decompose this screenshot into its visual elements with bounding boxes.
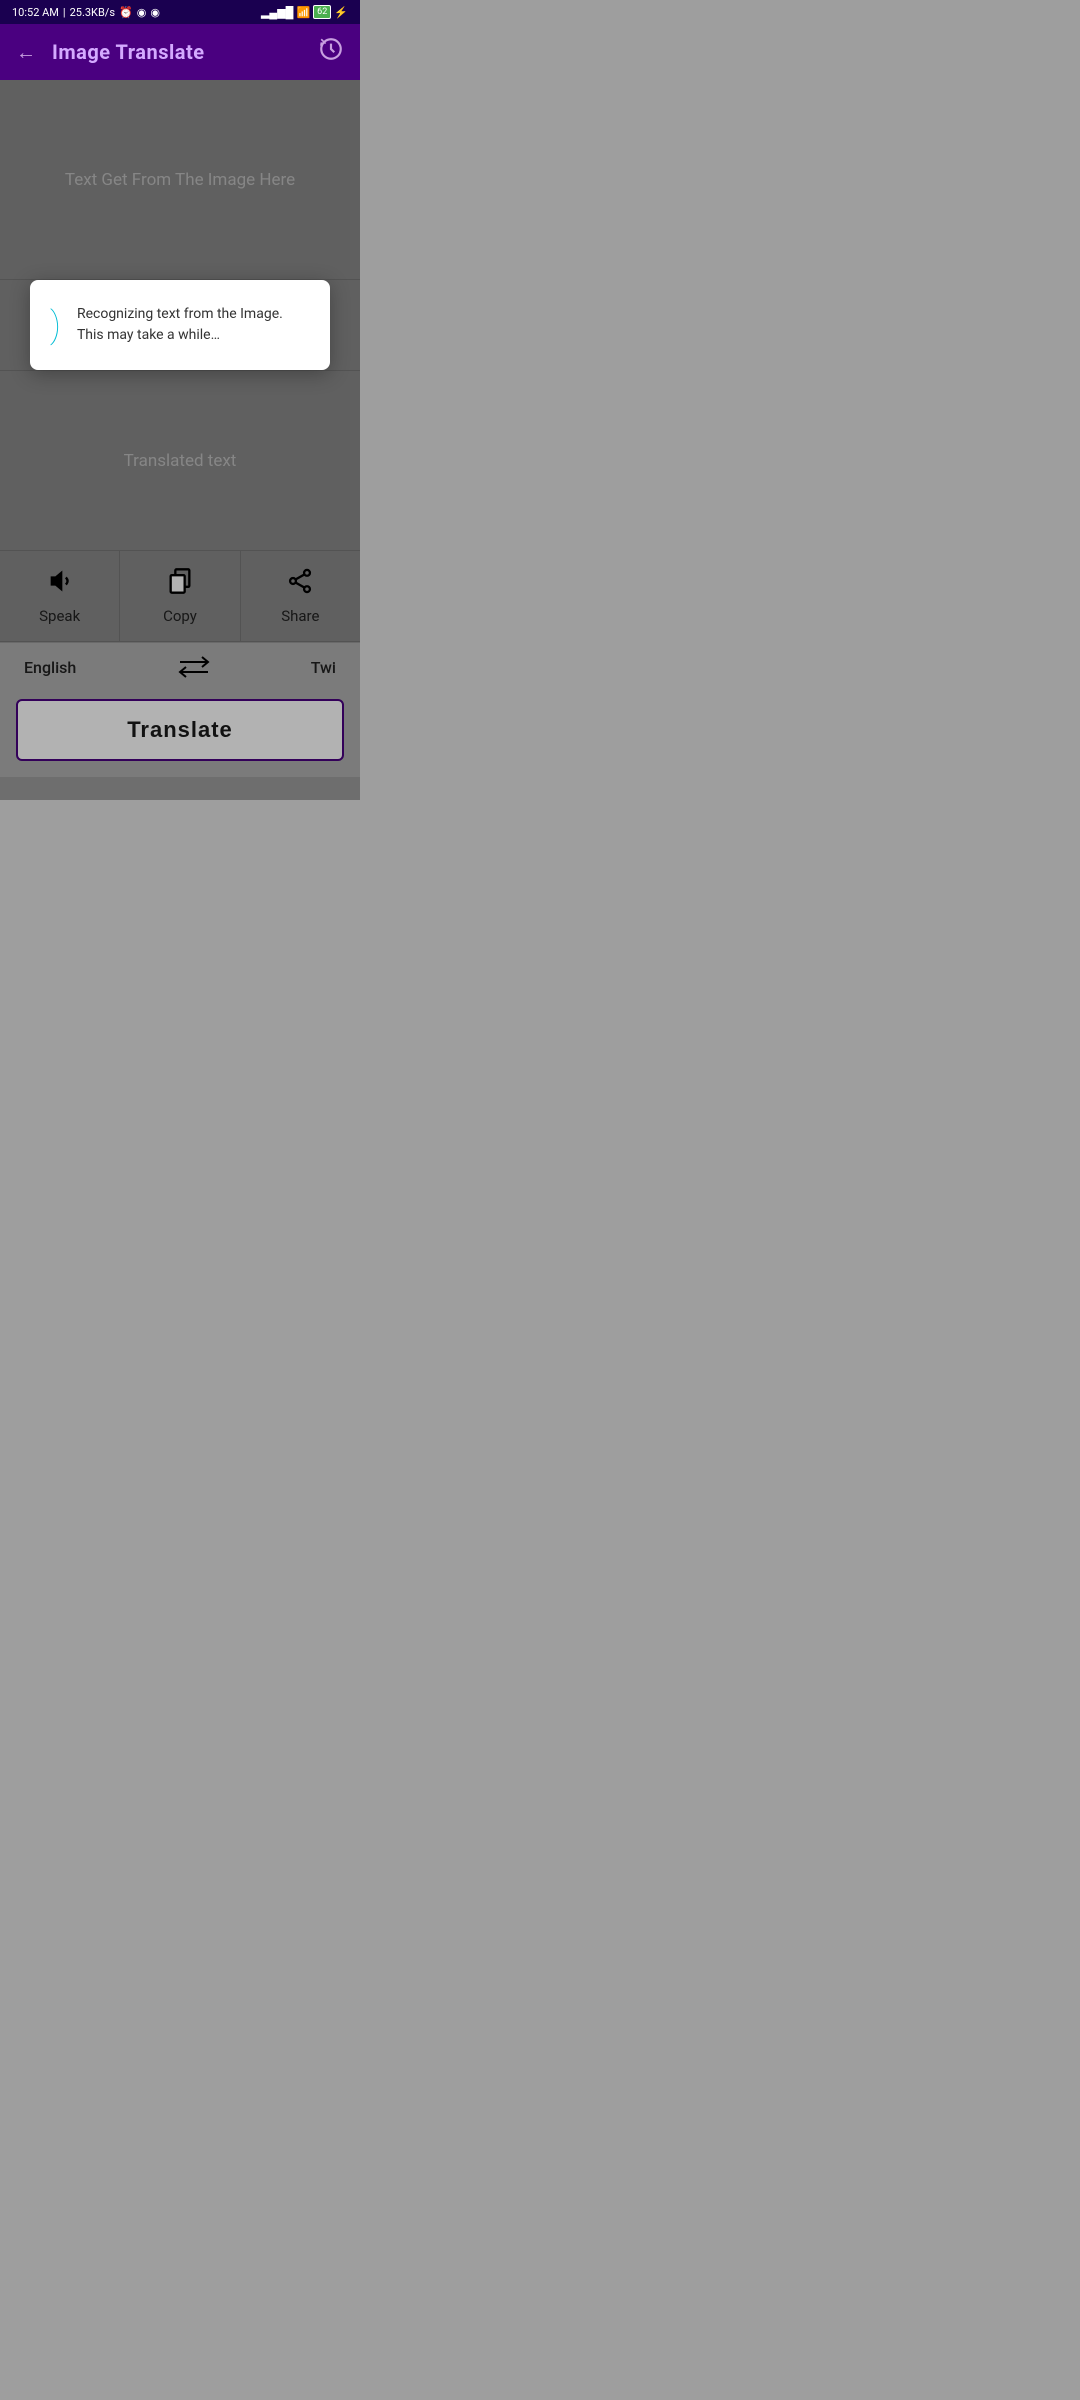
main-content: Text Get From The Image Here Select Imag… xyxy=(0,80,360,800)
circle-icon-1: ◉ xyxy=(137,6,147,19)
separator: | xyxy=(63,6,66,19)
clock-icon: ⏰ xyxy=(119,6,133,19)
status-bar: 10:52 AM | 25.3KB/s ⏰ ◉ ◉ ▂▄▆█ 📶 62 ⚡ xyxy=(0,0,360,24)
battery-indicator: 62 xyxy=(313,5,331,19)
network-speed: 25.3KB/s xyxy=(70,6,115,19)
status-left: 10:52 AM | 25.3KB/s ⏰ ◉ ◉ xyxy=(12,6,160,19)
circle-icon-2: ◉ xyxy=(150,6,160,19)
time: 10:52 AM xyxy=(12,6,59,19)
wifi-icon: 📶 xyxy=(296,6,310,19)
app-title: Image Translate xyxy=(52,40,318,64)
loading-spinner: ) xyxy=(50,307,61,343)
history-button[interactable] xyxy=(318,36,344,68)
status-right: ▂▄▆█ 📶 62 ⚡ xyxy=(261,5,348,19)
loading-dialog: ) Recognizing text from the Image. This … xyxy=(30,280,330,370)
charging-icon: ⚡ xyxy=(334,6,348,19)
back-button[interactable]: ← xyxy=(16,40,36,65)
loading-dialog-overlay: ) Recognizing text from the Image. This … xyxy=(0,80,360,800)
loading-message: Recognizing text from the Image. This ma… xyxy=(77,304,310,346)
app-bar: ← Image Translate xyxy=(0,24,360,80)
signal-icon: ▂▄▆█ xyxy=(261,6,294,19)
